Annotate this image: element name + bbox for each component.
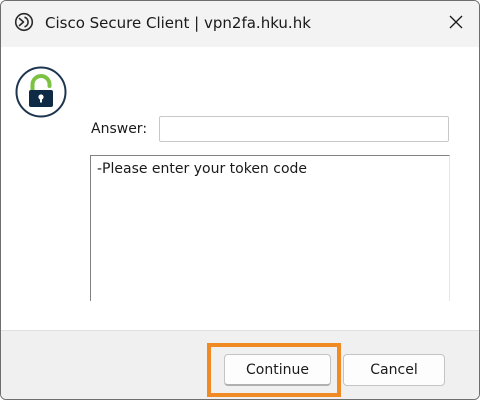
message-textbox[interactable]: -Please enter your token code <box>90 155 450 301</box>
close-button[interactable] <box>433 1 479 45</box>
dialog-content: Answer: -Please enter your token code <box>1 47 479 330</box>
close-icon <box>449 14 463 33</box>
answer-label: Answer: <box>91 121 148 137</box>
continue-button[interactable]: Continue <box>224 354 331 386</box>
lock-icon <box>15 66 67 118</box>
title-bar[interactable]: Cisco Secure Client | vpn2fa.hku.hk <box>1 1 479 47</box>
window-title: Cisco Secure Client | vpn2fa.hku.hk <box>45 14 311 32</box>
cisco-secure-client-icon <box>14 12 34 32</box>
cancel-button[interactable]: Cancel <box>343 354 445 386</box>
button-bar: Continue Cancel <box>1 330 479 399</box>
answer-input[interactable] <box>159 116 449 142</box>
dialog-window: Cisco Secure Client | vpn2fa.hku.hk Answ… <box>0 0 480 400</box>
message-text: -Please enter your token code <box>97 161 308 177</box>
